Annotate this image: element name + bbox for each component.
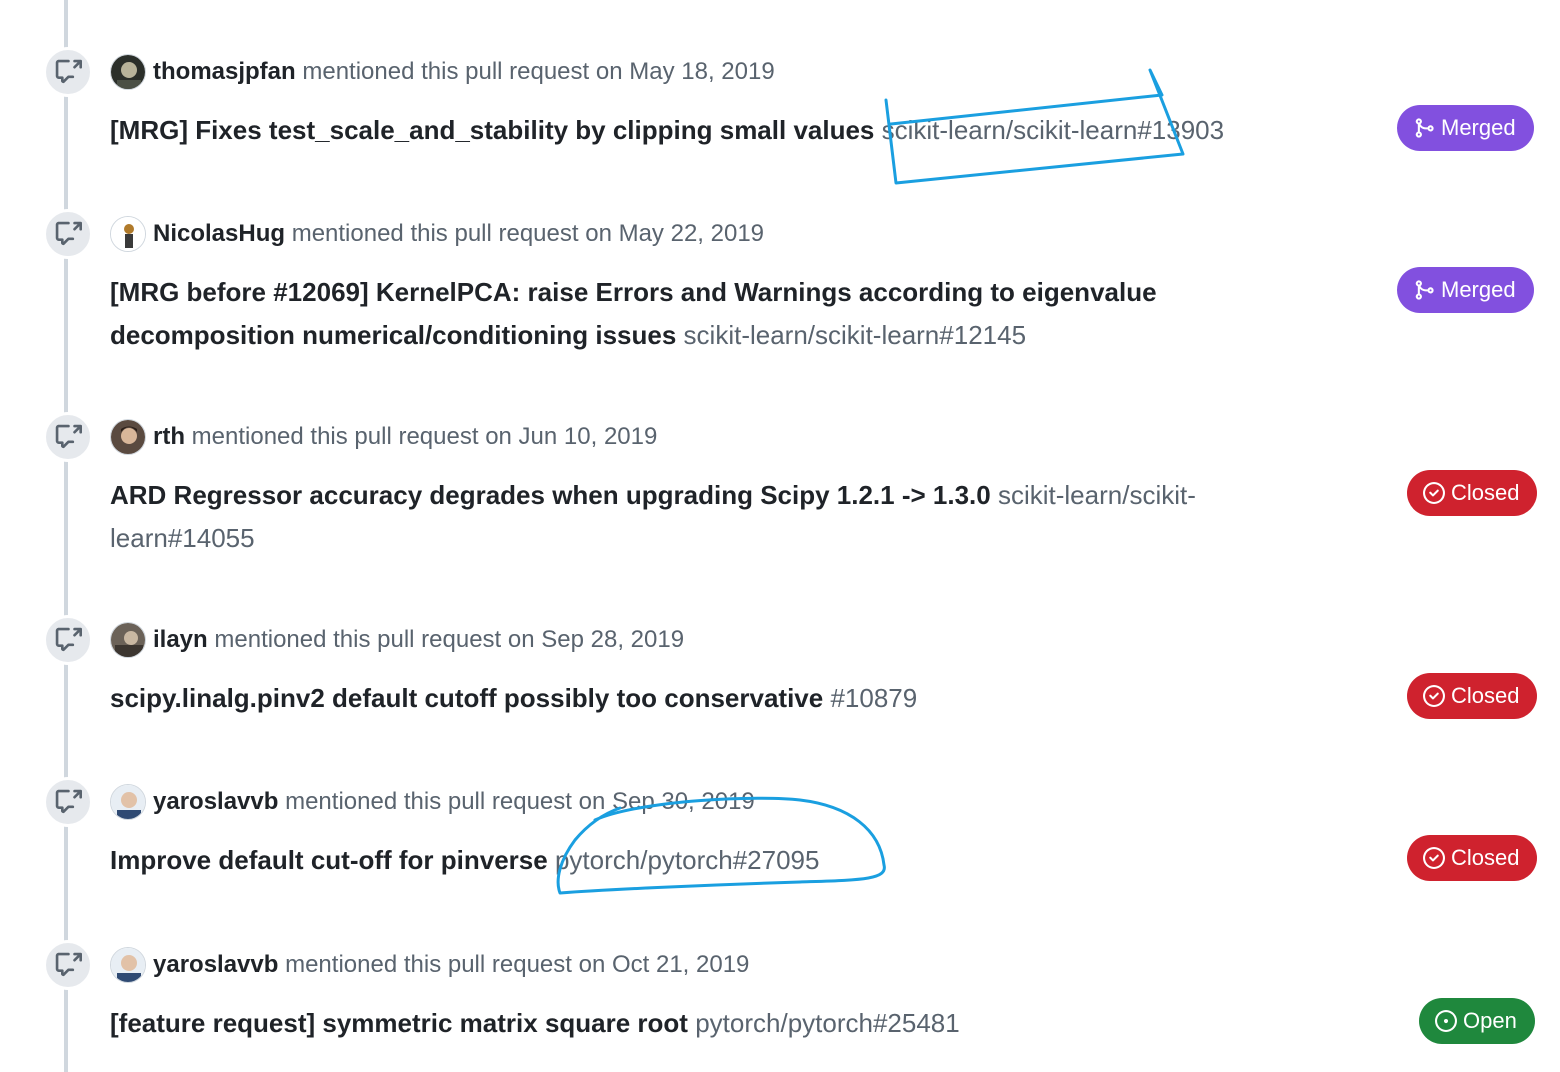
state-label: Closed [1451,480,1520,505]
event-action: mentioned this pull request [214,626,502,653]
timeline: thomasjpfan mentioned this pull request … [0,0,1560,1072]
referenced-number-link[interactable]: scikit-learn/scikit-learn#12145 [684,320,1026,350]
referenced-item: ARD Regressor accuracy degrades when upg… [110,474,1240,560]
cross-reference-icon [43,777,93,827]
referenced-title-link[interactable]: [MRG] Fixes test_scale_and_stability by … [110,115,874,145]
git-merge-icon [1415,280,1434,300]
referenced-title-link[interactable]: ARD Regressor accuracy degrades when upg… [110,480,991,510]
avatar[interactable] [110,784,146,820]
author-link[interactable]: yaroslavvb [153,788,278,816]
event-meta: NicolasHug mentioned this pull request o… [110,211,764,257]
issue-closed-icon [1423,482,1445,504]
timeline-line [64,0,68,1072]
state-badge-closed: Closed [1407,470,1538,516]
event-date[interactable]: on Sep 30, 2019 [579,788,755,816]
issue-closed-icon [1423,685,1445,707]
event-meta: yaroslavvb mentioned this pull request o… [110,779,755,825]
state-badge-closed: Closed [1407,835,1538,881]
event-action: mentioned this pull request [302,58,590,85]
referenced-item: [feature request] symmetric matrix squar… [110,1002,1240,1045]
referenced-item: Improve default cut-off for pinverse pyt… [110,839,1240,882]
avatar[interactable] [110,216,146,252]
author-link[interactable]: rth [153,423,185,451]
state-label: Closed [1451,683,1520,708]
state-label: Open [1463,1008,1517,1033]
issue-closed-icon [1423,847,1445,869]
referenced-item: scipy.linalg.pinv2 default cutoff possib… [110,677,1240,720]
event-date[interactable]: on May 18, 2019 [596,58,775,86]
author-link[interactable]: yaroslavvb [153,951,278,979]
referenced-title-link[interactable]: scipy.linalg.pinv2 default cutoff possib… [110,683,823,713]
cross-reference-icon [43,47,93,97]
state-label: Closed [1451,845,1520,870]
event-date[interactable]: on Oct 21, 2019 [579,951,750,979]
referenced-title-link[interactable]: [feature request] symmetric matrix squar… [110,1008,688,1038]
event-date[interactable]: on Jun 10, 2019 [485,423,657,451]
event-date[interactable]: on Sep 28, 2019 [508,626,684,654]
event-meta: ilayn mentioned this pull request on Sep… [110,617,684,663]
referenced-title-link[interactable]: Improve default cut-off for pinverse [110,845,548,875]
event-meta: yaroslavvb mentioned this pull request o… [110,942,749,988]
event-action: mentioned this pull request [285,788,572,815]
event-action: mentioned this pull request [285,951,572,978]
state-badge-open: Open [1419,998,1535,1044]
event-action: mentioned this pull request [291,220,579,247]
avatar[interactable] [110,54,146,90]
referenced-number-link[interactable]: scikit-learn/scikit-learn#13903 [882,115,1224,145]
cross-reference-icon [43,412,93,462]
event-date[interactable]: on May 22, 2019 [585,220,764,248]
author-link[interactable]: thomasjpfan [153,58,296,86]
event-action: mentioned this pull request [191,423,479,450]
referenced-item: [MRG before #12069] KernelPCA: raise Err… [110,271,1240,357]
referenced-number-link[interactable]: pytorch/pytorch#25481 [695,1008,960,1038]
event-meta: thomasjpfan mentioned this pull request … [110,49,775,95]
cross-reference-icon [43,615,93,665]
state-badge-merged: Merged [1397,267,1534,313]
referenced-number-link[interactable]: pytorch/pytorch#27095 [555,845,820,875]
referenced-item: [MRG] Fixes test_scale_and_stability by … [110,109,1240,152]
git-merge-icon [1415,118,1434,138]
author-link[interactable]: ilayn [153,626,208,654]
cross-reference-icon [43,209,93,259]
state-badge-merged: Merged [1397,105,1534,151]
avatar[interactable] [110,622,146,658]
referenced-number-link[interactable]: #10879 [830,683,917,713]
event-meta: rth mentioned this pull request on Jun 1… [110,414,657,460]
avatar[interactable] [110,419,146,455]
state-badge-closed: Closed [1407,673,1538,719]
state-label: Merged [1441,277,1516,302]
cross-reference-icon [43,940,93,990]
issue-opened-icon [1435,1010,1457,1032]
author-link[interactable]: NicolasHug [153,220,285,248]
state-label: Merged [1441,115,1516,140]
avatar[interactable] [110,947,146,983]
